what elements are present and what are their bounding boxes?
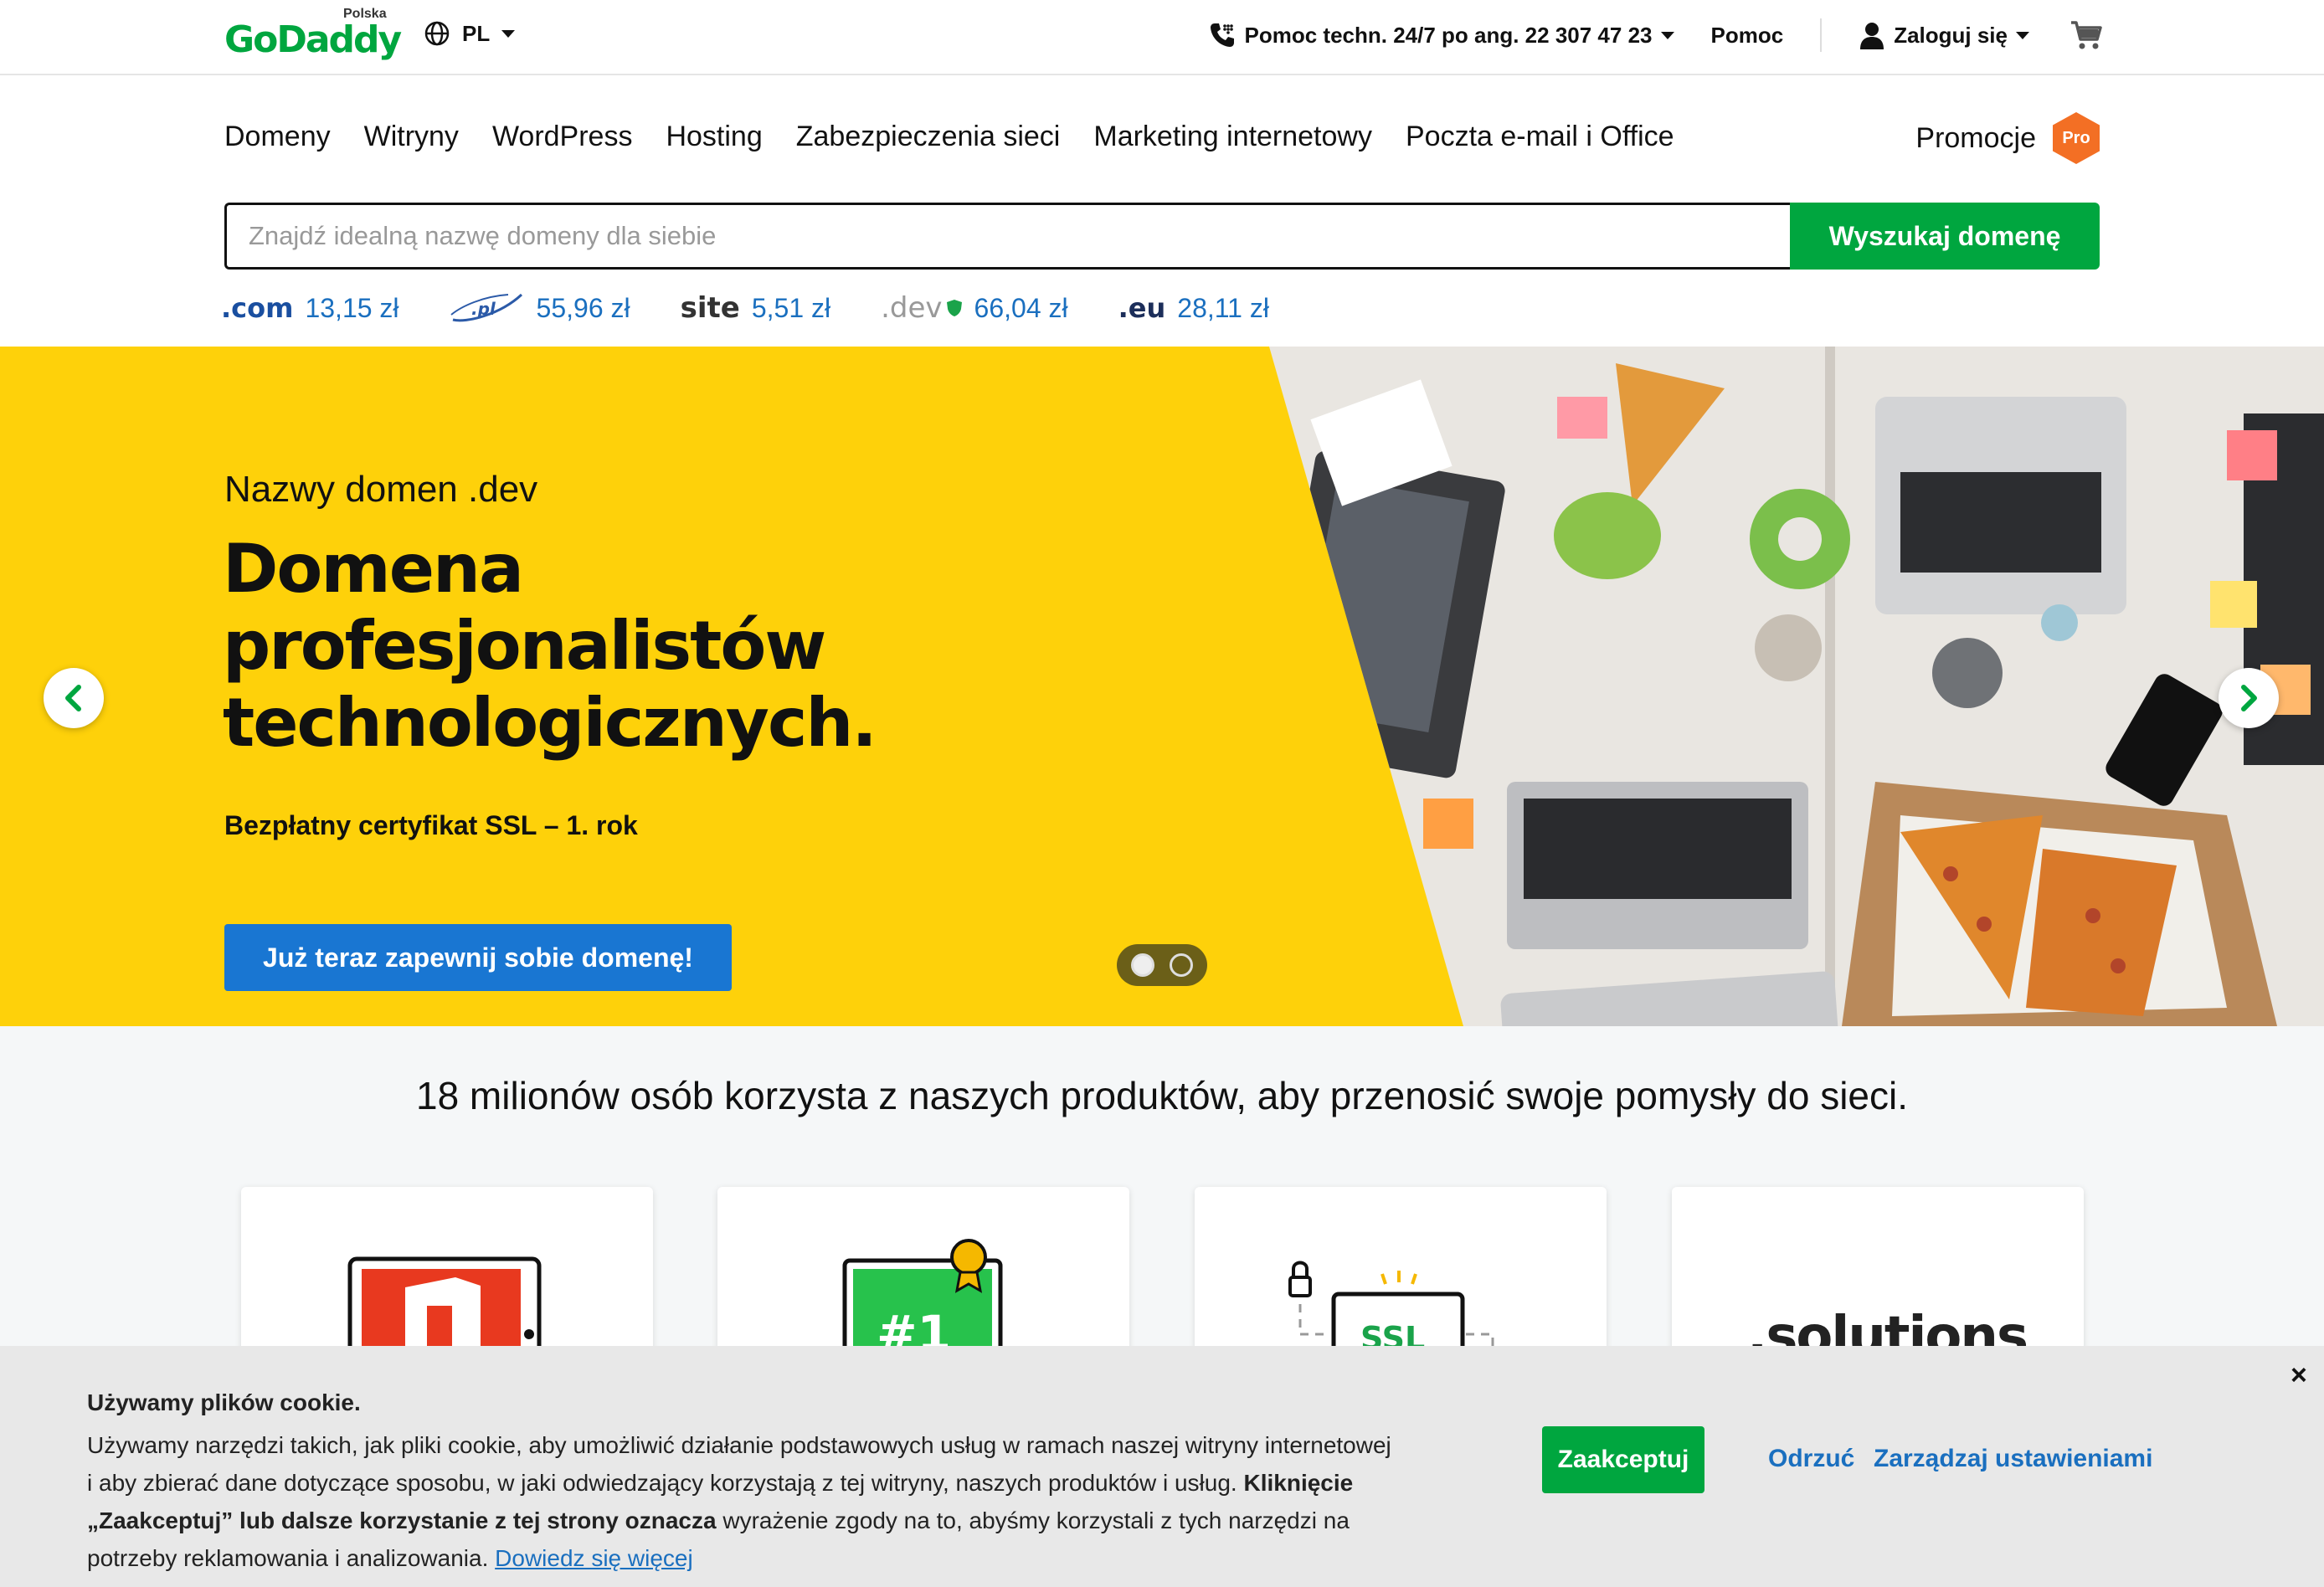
domain-search-input[interactable] bbox=[224, 203, 1790, 270]
login-label: Zaloguj się bbox=[1894, 22, 2008, 48]
help-label: Pomoc bbox=[1710, 22, 1784, 48]
chevron-left-icon bbox=[65, 685, 81, 711]
nav-item-websites[interactable]: Witryny bbox=[364, 121, 459, 153]
nav-item-security[interactable]: Zabezpieczenia sieci bbox=[796, 121, 1061, 153]
manage-settings-link[interactable]: Zarządzaj ustawieniami bbox=[1874, 1445, 2152, 1473]
hero-eyebrow: Nazwy domen .dev bbox=[224, 469, 538, 510]
tld-price-list: .com 13,15 zł .pl 55,96 zł site 5,51 zł … bbox=[221, 290, 1269, 326]
domain-search: Wyszukaj domenę bbox=[224, 203, 2100, 270]
tld-logo-com: .com bbox=[221, 292, 294, 324]
nav-item-promotions[interactable]: Promocje Pro bbox=[1915, 112, 2100, 164]
tld-item-com[interactable]: .com 13,15 zł bbox=[221, 292, 399, 324]
hero-title: Domena profesjonalistów technologicznych… bbox=[223, 530, 877, 762]
tld-item-eu[interactable]: .eu 28,11 zł bbox=[1118, 292, 1269, 324]
cart-icon bbox=[2071, 21, 2102, 49]
pl-tld-logo: .pl bbox=[450, 293, 522, 322]
divider bbox=[1820, 18, 1823, 52]
learn-more-link[interactable]: Dowiedz się więcej bbox=[495, 1545, 693, 1571]
hero-carousel: Nazwy domen .dev Domena profesjonalistów… bbox=[0, 347, 2324, 1026]
promotions-label: Promocje bbox=[1915, 121, 2036, 154]
tld-item-site[interactable]: site 5,51 zł bbox=[681, 291, 831, 325]
nav-item-wordpress[interactable]: WordPress bbox=[492, 121, 633, 153]
shield-icon bbox=[946, 300, 962, 316]
top-right-links: Pomoc techn. 24/7 po ang. 22 307 47 23 P… bbox=[1208, 18, 2104, 52]
tld-price: 28,11 zł bbox=[1177, 292, 1269, 323]
carousel-dot-2[interactable] bbox=[1170, 953, 1193, 977]
chevron-down-icon bbox=[501, 29, 516, 38]
language-code: PL bbox=[462, 20, 491, 46]
support-phone-link[interactable]: Pomoc techn. 24/7 po ang. 22 307 47 23 bbox=[1208, 21, 1674, 49]
carousel-prev-button[interactable] bbox=[44, 668, 104, 728]
cookie-text-part-1: Używamy narzędzi takich, jak pliki cooki… bbox=[87, 1432, 1391, 1496]
cookie-title: Używamy plików cookie. bbox=[87, 1389, 361, 1415]
main-navigation: Domeny Witryny WordPress Hosting Zabezpi… bbox=[224, 121, 1674, 153]
tld-price: 66,04 zł bbox=[974, 292, 1068, 323]
pro-badge: Pro bbox=[2053, 112, 2100, 164]
accept-cookies-button[interactable]: Zaakceptuj bbox=[1542, 1426, 1704, 1493]
nav-item-hosting[interactable]: Hosting bbox=[666, 121, 762, 153]
support-phone-text: Pomoc techn. 24/7 po ang. 22 307 47 23 bbox=[1244, 22, 1653, 48]
tld-logo-eu: .eu bbox=[1118, 292, 1166, 324]
tld-price: 55,96 zł bbox=[536, 292, 630, 323]
tld-logo-site: site bbox=[680, 291, 740, 325]
cookie-text: Używamy narzędzi takich, jak pliki cooki… bbox=[87, 1426, 1393, 1577]
search-domain-button[interactable]: Wyszukaj domenę bbox=[1790, 203, 2100, 270]
language-selector[interactable]: PL bbox=[424, 20, 516, 47]
globe-icon bbox=[424, 21, 450, 46]
carousel-dot-1[interactable] bbox=[1131, 953, 1154, 977]
carousel-next-button[interactable] bbox=[2219, 668, 2279, 728]
hero-cta-button[interactable]: Już teraz zapewnij sobie domenę! bbox=[224, 924, 732, 991]
user-icon bbox=[1860, 23, 1884, 49]
nav-item-marketing[interactable]: Marketing internetowy bbox=[1093, 121, 1372, 153]
logo-country: Polska bbox=[343, 7, 387, 21]
customers-statement: 18 milionów osób korzysta z naszych prod… bbox=[415, 1074, 1909, 1117]
login-menu[interactable]: Zaloguj się bbox=[1859, 21, 2029, 49]
logo-wordmark: GoDaddy bbox=[224, 18, 402, 61]
cart-button[interactable] bbox=[2069, 19, 2103, 51]
hero-subtitle: Bezpłatny certyfikat SSL – 1. rok bbox=[224, 810, 638, 840]
tld-price: 13,15 zł bbox=[305, 292, 399, 323]
top-utility-bar: GoDaddy Polska PL Pomoc techn. 24/7 po a… bbox=[0, 0, 2324, 75]
tld-logo-dev: .dev bbox=[881, 291, 943, 325]
tld-item-pl[interactable]: .pl 55,96 zł bbox=[450, 290, 630, 326]
tld-logo-pl-text: .pl bbox=[471, 299, 496, 319]
nav-item-email-office[interactable]: Poczta e-mail i Office bbox=[1406, 121, 1674, 153]
phone-icon bbox=[1210, 23, 1234, 47]
chevron-down-icon bbox=[1660, 31, 1674, 39]
chevron-right-icon bbox=[2241, 685, 2257, 711]
tld-item-dev[interactable]: .dev 66,04 zł bbox=[881, 291, 1068, 325]
reject-cookies-link[interactable]: Odrzuć bbox=[1768, 1445, 1854, 1473]
carousel-pagination bbox=[1117, 944, 1207, 986]
tld-price: 5,51 zł bbox=[751, 292, 831, 323]
close-icon[interactable]: × bbox=[2291, 1359, 2307, 1392]
chevron-down-icon bbox=[2016, 31, 2029, 39]
cookie-banner: Używamy plików cookie. Używamy narzędzi … bbox=[0, 1346, 2324, 1587]
help-link[interactable]: Pomoc bbox=[1711, 23, 1784, 49]
nav-item-domains[interactable]: Domeny bbox=[224, 121, 331, 153]
